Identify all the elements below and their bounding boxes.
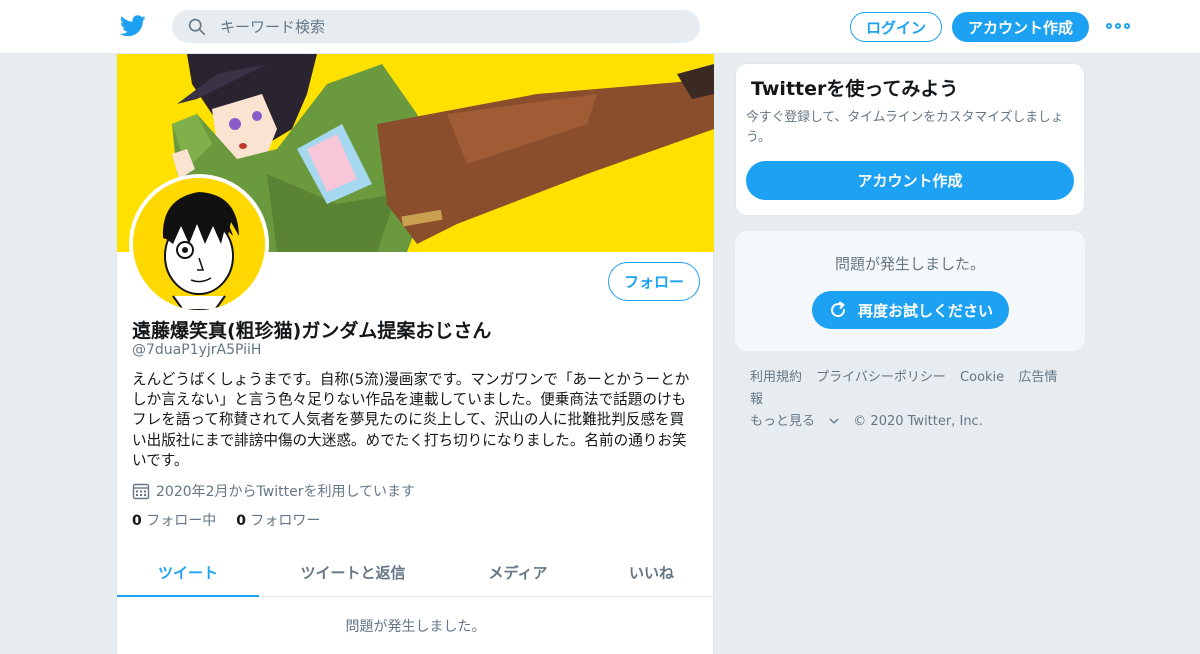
tab-media[interactable]: メディア (447, 548, 589, 596)
more-icon[interactable] (1106, 18, 1130, 34)
footer-link-terms[interactable]: 利用規約 (750, 370, 802, 385)
followers-stat[interactable]: 0 フォロワー (236, 510, 320, 530)
tab-likes[interactable]: いいね (589, 548, 714, 596)
retry-label: 再度お試しください (857, 301, 993, 320)
tab-tweets-replies[interactable]: ツイートと返信 (259, 548, 447, 596)
retry-button[interactable]: 再度お試しください (812, 291, 1009, 329)
top-bar: ログイン アカウント作成 (0, 0, 1200, 54)
footer-link-cookie[interactable]: Cookie (960, 370, 1004, 385)
following-stat[interactable]: 0 フォロー中 (132, 510, 216, 530)
copyright: © 2020 Twitter, Inc. (853, 414, 983, 429)
timeline-error: 問題が発生しました。 (345, 619, 486, 635)
join-date: 2020年2月からTwitterを利用しています (132, 481, 415, 501)
footer-links: 利用規約 プライバシーポリシー Cookie 広告情報 もっと見る © 2020… (750, 367, 1080, 433)
chevron-down-icon (829, 418, 839, 424)
join-date-text: 2020年2月からTwitterを利用しています (156, 484, 416, 500)
search-icon (188, 18, 206, 35)
refresh-icon (831, 301, 845, 318)
profile-bio: えんどうばくしょうまです。自称(5流)漫画家です。マンガワンで「あーとかうーとか… (132, 371, 690, 469)
profile-handle[interactable]: @7duaP1yjrA5PiiH (132, 342, 261, 358)
tab-tweets[interactable]: ツイート (117, 548, 259, 597)
profile-column: フォロー 遠藤爆笑真(粗珍猫)ガンダム提案おじさん @7duaP1yjrA5Pi… (116, 54, 714, 654)
error-message: 問題が発生しました。 (834, 255, 985, 273)
twitter-bird-icon[interactable] (120, 14, 146, 38)
footer-more-link[interactable]: もっと見る (750, 414, 839, 429)
calendar-icon (132, 483, 150, 500)
footer-link-privacy[interactable]: プライバシーポリシー (816, 370, 946, 385)
profile-tabs: ツイート ツイートと返信 メディア いいね (117, 548, 714, 597)
error-card: 問題が発生しました。 再度お試しください (735, 231, 1085, 351)
login-button[interactable]: ログイン (850, 12, 942, 42)
avatar-illustration (133, 178, 265, 310)
signup-card: Twitterを使ってみよう 今すぐ登録して、タイムラインをカスタマイズしましょ… (735, 63, 1085, 216)
signup-card-text: 今すぐ登録して、タイムラインをカスタマイズしましょう。 (746, 110, 1064, 145)
signup-button[interactable]: アカウント作成 (952, 12, 1089, 42)
profile-name: 遠藤爆笑真(粗珍猫)ガンダム提案おじさん (132, 320, 492, 342)
signup-card-button[interactable]: アカウント作成 (746, 161, 1074, 200)
profile-avatar[interactable] (129, 174, 269, 314)
follow-button[interactable]: フォロー (608, 262, 700, 301)
signup-card-title: Twitterを使ってみよう (751, 78, 959, 100)
search-bar[interactable] (172, 10, 700, 43)
profile-stats: 0 フォロー中 0 フォロワー (132, 510, 320, 530)
search-input[interactable] (220, 17, 660, 36)
